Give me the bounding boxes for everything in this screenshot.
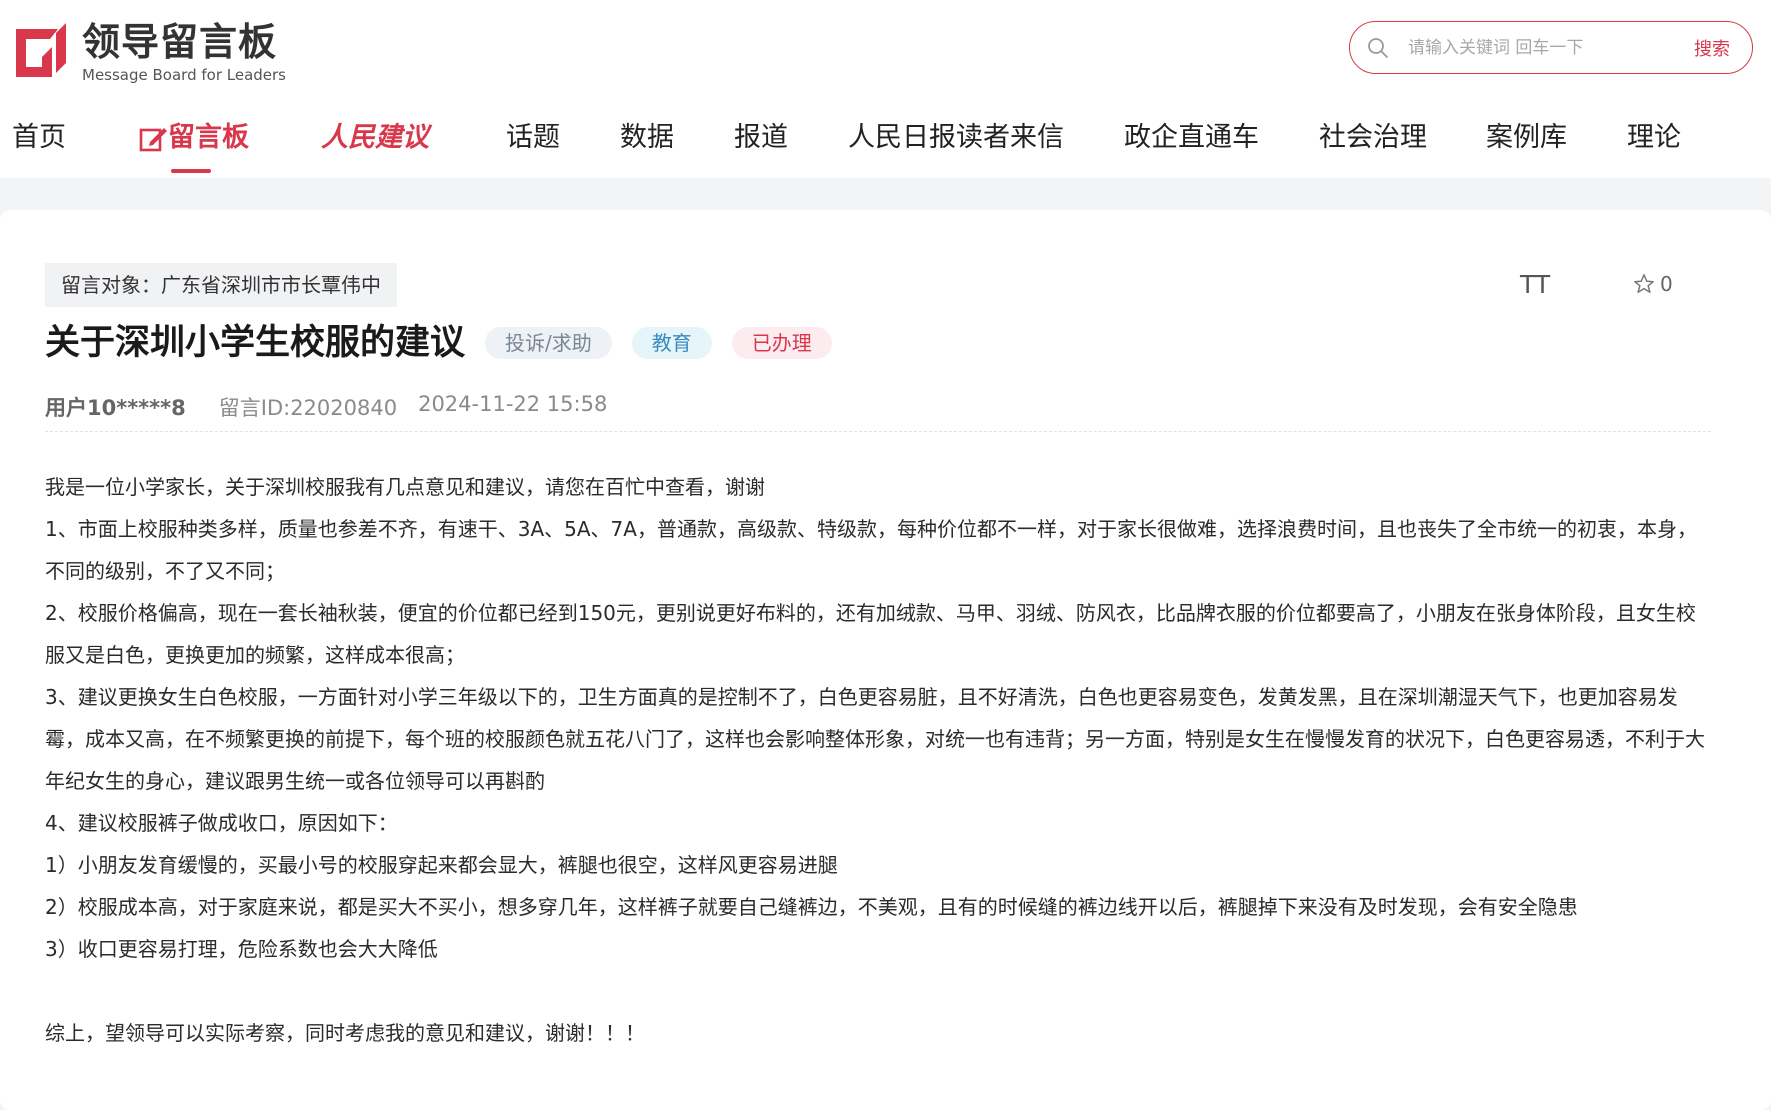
body-paragraph: 4、建议校服裤子做成收口，原因如下：: [45, 811, 398, 835]
tag-education[interactable]: 教育: [631, 327, 712, 359]
nav-reports[interactable]: 报道: [734, 108, 788, 168]
nav-theory[interactable]: 理论: [1627, 108, 1681, 168]
logo-mark-icon: [16, 23, 66, 77]
message-card: 留言对象：广东省深圳市市长覃伟中 TT 0 关于深圳小学生校服的建议 投诉/求助…: [0, 210, 1771, 1110]
body-paragraph: 我是一位小学家长，关于深圳校服我有几点意见和建议，请您在百忙中查看，谢谢: [45, 475, 765, 499]
logo-text: 领导留言板 Message Board for Leaders: [82, 20, 286, 84]
divider: [45, 431, 1711, 432]
main-nav: 首页 留言板 人民建议 话题 数据 报道 人民日报读者来信 政企直通车 社会治理…: [0, 108, 1771, 173]
nav-letters[interactable]: 人民日报读者来信: [848, 108, 1064, 168]
status-badge: 已办理: [731, 327, 832, 359]
nav-gov-enterprise[interactable]: 政企直通车: [1124, 108, 1259, 168]
favorite-button[interactable]: 0: [1633, 272, 1673, 296]
body-paragraph: 1）小朋友发育缓慢的，买最小号的校服穿起来都会显大，裤腿也很空，这样风更容易进腿: [45, 853, 838, 877]
site-logo[interactable]: 领导留言板 Message Board for Leaders: [12, 20, 286, 84]
message-body: 我是一位小学家长，关于深圳校服我有几点意见和建议，请您在百忙中查看，谢谢 1、市…: [45, 466, 1711, 1054]
message-title: 关于深圳小学生校服的建议: [45, 323, 466, 363]
logo-title-cn: 领导留言板: [82, 20, 278, 64]
nav-topics[interactable]: 话题: [506, 108, 560, 168]
nav-social-governance[interactable]: 社会治理: [1319, 108, 1427, 168]
star-icon: [1634, 274, 1654, 293]
nav-message-board-label: 留言板: [168, 122, 249, 153]
search-input[interactable]: [1406, 36, 1670, 59]
nav-case-library[interactable]: 案例库: [1486, 108, 1567, 168]
nav-message-board[interactable]: 留言板: [138, 108, 249, 168]
search-button[interactable]: 搜索: [1694, 35, 1730, 61]
body-paragraph: 综上，望领导可以实际考察，同时考虑我的意见和建议，谢谢！！！: [45, 1021, 645, 1045]
message-meta: 用户10*****8 留言ID:22020840 2024-11-22 15:5…: [45, 392, 607, 422]
body-paragraph: 2、校服价格偏高，现在一套长袖秋装，便宜的价位都已经到150元，更别说更好布料的…: [45, 601, 1696, 667]
message-target: 留言对象：广东省深圳市市长覃伟中: [45, 263, 397, 307]
nav-people-suggest[interactable]: 人民建议: [321, 108, 429, 168]
nav-active-indicator: [171, 169, 211, 173]
message-id: 留言ID:22020840: [218, 396, 398, 420]
body-paragraph: 2）校服成本高，对于家庭来说，都是买大不买小，想多穿几年，这样裤子就要自己缝裤边…: [45, 895, 1578, 919]
edit-icon: [139, 127, 167, 151]
title-row: 关于深圳小学生校服的建议 投诉/求助 教育 已办理: [45, 318, 832, 368]
body-paragraph: 3）收口更容易打理，危险系数也会大大降低: [45, 937, 438, 961]
body-paragraph: 1、市面上校服种类多样，质量也参差不齐，有速干、3A、5A、7A，普通款，高级款…: [45, 517, 1697, 583]
search-box: 搜索: [1349, 21, 1753, 74]
search-icon[interactable]: [1366, 36, 1390, 60]
favorite-count: 0: [1660, 272, 1673, 296]
logo-title-en: Message Board for Leaders: [82, 66, 287, 84]
font-size-toggle[interactable]: TT: [1520, 270, 1550, 299]
top-bar: 领导留言板 Message Board for Leaders 搜索 首页 留言…: [0, 0, 1771, 178]
body-paragraph-empty: [45, 970, 1711, 1012]
nav-home[interactable]: 首页: [12, 108, 66, 168]
tag-complaint[interactable]: 投诉/求助: [485, 327, 612, 359]
author-name: 用户10*****8: [45, 396, 186, 420]
message-date: 2024-11-22 15:58: [418, 392, 608, 416]
nav-data[interactable]: 数据: [620, 108, 674, 168]
body-paragraph: 3、建议更换女生白色校服，一方面针对小学三年级以下的，卫生方面真的是控制不了，白…: [45, 685, 1705, 793]
